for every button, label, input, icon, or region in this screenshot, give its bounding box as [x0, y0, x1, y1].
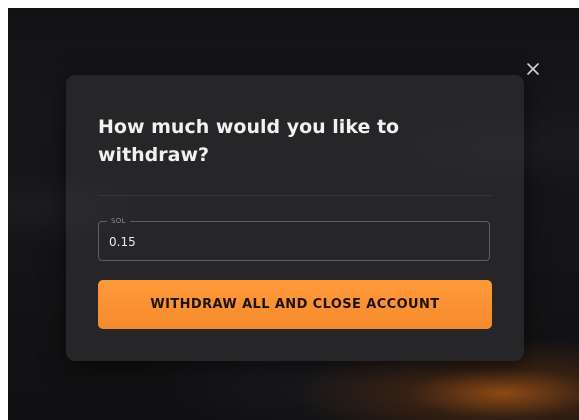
amount-field[interactable]: SOL	[98, 216, 490, 261]
divider	[98, 195, 492, 196]
modal-title: How much would you like to withdraw?	[98, 116, 400, 166]
amount-field-label: SOL	[107, 216, 130, 226]
app-backdrop: How much would you like to withdraw? SOL…	[8, 8, 579, 420]
amount-input[interactable]	[109, 233, 469, 251]
withdraw-modal: How much would you like to withdraw? SOL…	[66, 75, 524, 361]
close-button[interactable]	[524, 60, 542, 78]
withdraw-all-button[interactable]: WITHDRAW ALL AND CLOSE ACCOUNT	[98, 280, 492, 329]
close-icon	[527, 63, 539, 75]
